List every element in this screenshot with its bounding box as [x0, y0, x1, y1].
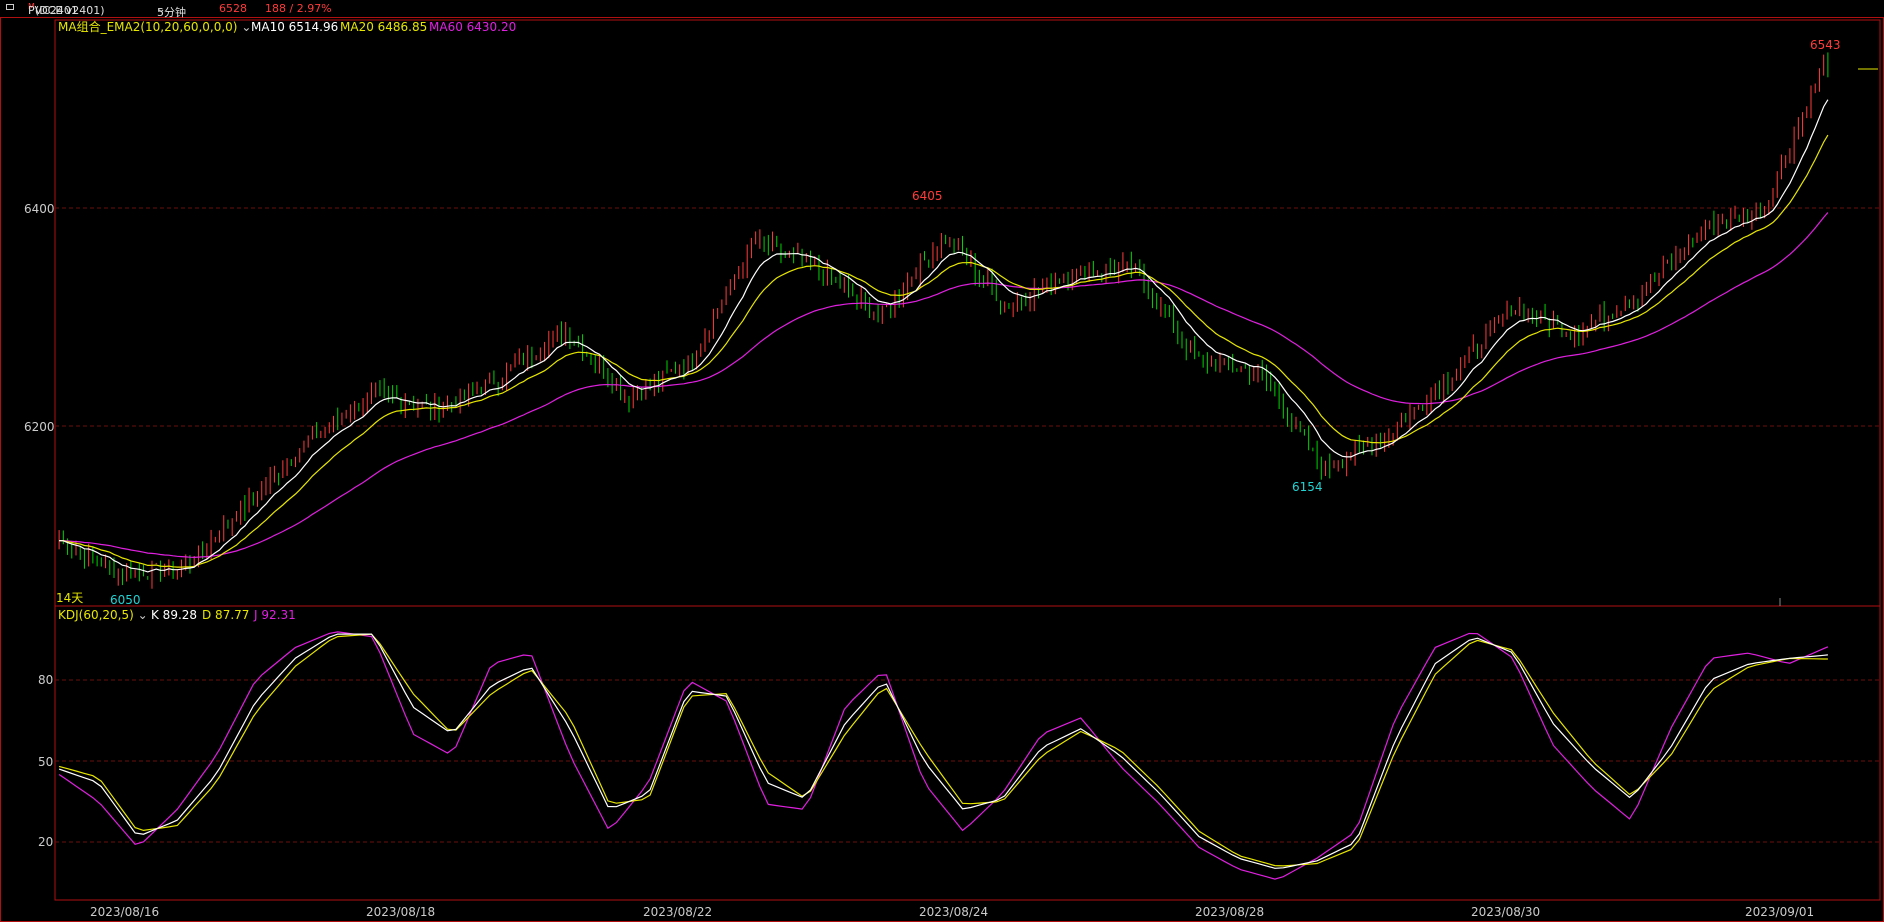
y-tick-6200: 6200	[24, 420, 55, 434]
x-tick-2023/08/28: 2023/08/28	[1195, 905, 1264, 919]
main-panel-frame	[54, 19, 1881, 607]
y-tick-6400: 6400	[24, 202, 55, 216]
x-tick-2023/09/01: 2023/09/01	[1745, 905, 1814, 919]
candlestick-series	[58, 52, 1829, 589]
ma20-line	[59, 134, 1829, 568]
grid-lines	[55, 207, 1880, 843]
sub-indicator-name[interactable]: KDJ(60,20,5) ⌄	[58, 608, 148, 622]
x-tick-2023/08/22: 2023/08/22	[643, 905, 712, 919]
last-price: 6528	[219, 2, 247, 15]
chevron-down-icon: ⌄	[157, 4, 166, 15]
chart-canvas: 6400 6200 80 50 20 2023/08/16 2023/08/18 2…	[0, 17, 1884, 922]
start-low-annotation: 6050	[110, 593, 141, 607]
kdj-d-value: D 87.77	[202, 608, 249, 622]
low-annotation: 6154	[1292, 480, 1323, 494]
kdj-y-tick-20: 20	[38, 835, 53, 849]
ma60-line	[59, 212, 1829, 559]
price-change: 188 / 2.97%	[265, 2, 332, 15]
x-tick-2023/08/24: 2023/08/24	[919, 905, 988, 919]
ma10-value: MA10 6514.96	[251, 20, 338, 34]
x-tick-2023/08/30: 2023/08/30	[1471, 905, 1540, 919]
x-axis: 2023/08/16 2023/08/18 2023/08/22 2023/08/24…	[90, 905, 1814, 919]
kdj-k-value: K 89.28	[151, 608, 197, 622]
main-indicator-name[interactable]: MA组合_EMA2(10,20,60,0,0,0) ⌄	[58, 19, 251, 34]
x-tick-2023/08/16: 2023/08/16	[90, 905, 159, 919]
ma10-line	[59, 99, 1829, 573]
chart-title-bar: PVC2401 M (DCE v2401) 5分钟 ⌄ 6528 188 / 2.9…	[0, 0, 1884, 19]
kdj-d-line	[58, 633, 1828, 867]
kdj-k-line	[58, 633, 1828, 869]
range-days-label: 14天	[56, 591, 83, 605]
kdj-y-tick-50: 50	[38, 755, 53, 769]
kdj-j-value: J 92.31	[253, 608, 296, 622]
sub-panel-frame	[54, 605, 1881, 901]
last-high-annotation: 6543	[1810, 38, 1841, 52]
ma20-value: MA20 6486.85	[340, 20, 427, 34]
symbol-label[interactable]: PVC2401 M (DCE v2401)	[28, 2, 105, 17]
high-annotation: 6405	[912, 189, 943, 203]
kdj-y-tick-80: 80	[38, 673, 53, 687]
ma60-value: MA60 6430.20	[429, 20, 516, 34]
x-tick-2023/08/18: 2023/08/18	[366, 905, 435, 919]
